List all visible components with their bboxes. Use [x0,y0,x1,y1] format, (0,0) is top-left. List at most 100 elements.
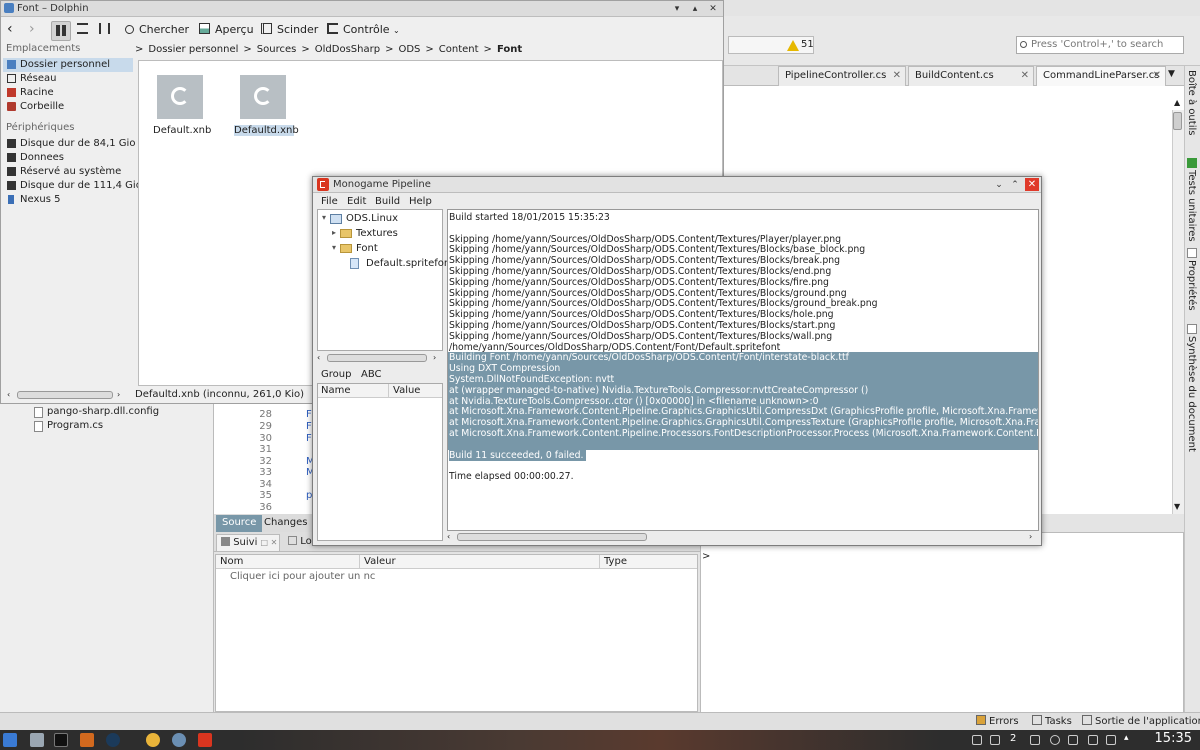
close-icon[interactable]: ✕ [1153,70,1161,81]
col-value-header[interactable]: Valeur [360,555,600,569]
scroll-right-icon[interactable]: › [117,390,120,399]
steam-icon[interactable] [106,733,120,747]
preview-button[interactable]: Aperçu [199,21,254,41]
minimize-icon[interactable]: ⌄ [993,179,1005,191]
terminal-icon[interactable] [54,733,68,747]
dolphin-titlebar[interactable]: Font – Dolphin ▾ ▴ ✕ [1,1,723,17]
close-icon[interactable]: ✕ [1025,178,1039,191]
scroll-right-icon[interactable]: › [1029,532,1032,541]
icons-view-button[interactable] [51,21,71,41]
group-button[interactable]: Group [321,369,351,380]
place-network[interactable]: Réseau [3,72,133,86]
menu-file[interactable]: File [321,196,338,207]
forward-icon[interactable]: › [29,21,35,41]
scroll-thumb[interactable] [17,391,113,399]
menu-edit[interactable]: Edit [347,196,366,207]
scroll-left-icon[interactable]: ‹ [7,390,10,399]
maximize-icon[interactable]: ⌃ [1009,179,1021,191]
editor-scroll-thumb[interactable] [1173,112,1182,130]
ide-tab-pipelinecontroller[interactable]: PipelineController.cs ✕ [778,66,906,86]
add-watch-hint[interactable]: Cliquer ici pour ajouter un nc [230,571,375,582]
control-menu-button[interactable]: Contrôle ⌄ [327,21,400,41]
collapse-arrow-icon[interactable]: ▸ [332,228,336,237]
kde-menu-icon[interactable] [3,733,17,747]
scroll-right-icon[interactable]: › [433,353,436,362]
volume-icon[interactable] [1068,735,1078,745]
breadcrumb-item[interactable]: Dossier personnel [148,44,238,55]
status-app-output[interactable]: Sortie de l'application [1082,715,1200,727]
col-value-header[interactable]: Value [388,384,420,398]
pin-icon[interactable]: □ ✕ [261,538,278,547]
panel-document-outline[interactable]: Synthèse du document [1186,336,1197,452]
maximize-icon[interactable]: ▴ [689,3,701,15]
details-view-button[interactable] [77,21,93,41]
steam-tray-icon[interactable] [1030,735,1040,745]
col-type-header[interactable]: Type [600,555,697,569]
tray-icon[interactable] [990,735,1000,745]
clipboard-icon[interactable] [1106,735,1116,745]
status-errors[interactable]: Errors [976,715,1019,727]
device-donnees[interactable]: Donnees [3,151,133,165]
monodevelop-icon[interactable] [172,733,186,747]
file-icon[interactable] [157,75,203,119]
firefox-icon[interactable] [80,733,94,747]
panel-properties[interactable]: Propriétés [1186,260,1197,311]
close-icon[interactable]: ✕ [893,70,901,81]
back-icon[interactable]: ‹ [7,21,13,41]
desktop-icon[interactable] [30,733,44,747]
pipeline-titlebar[interactable]: Monogame Pipeline ⌄ ⌃ ✕ [313,177,1041,193]
places-scrollbar[interactable]: ‹ › [7,389,127,401]
tabs-dropdown-icon[interactable]: ▼ [1168,69,1175,79]
tray-expand-icon[interactable]: ▴ [1124,733,1129,743]
scroll-down-icon[interactable]: ▼ [1174,502,1180,511]
minimize-icon[interactable]: ▾ [671,3,683,15]
columns-view-button[interactable] [99,21,115,41]
clock[interactable]: 15:35 [1155,731,1192,746]
tree-font-node[interactable]: ▾ Font [332,243,378,254]
panel-toolbox[interactable]: Boîte à outils [1186,70,1197,135]
scroll-left-icon[interactable]: ‹ [317,353,320,362]
close-icon[interactable]: ✕ [1021,70,1029,81]
breadcrumb-current[interactable]: Font [497,44,522,55]
file-icon[interactable] [240,75,286,119]
menu-help[interactable]: Help [409,196,432,207]
tree-scrollbar[interactable]: ‹ › [317,352,443,364]
col-name-header[interactable]: Nom [216,555,360,569]
scroll-thumb[interactable] [327,354,427,362]
scroll-left-icon[interactable]: ‹ [447,532,450,541]
breadcrumb-item[interactable]: ODS [398,44,420,55]
file-name-selected[interactable]: Defaultd.xnb [234,125,299,136]
desktop-number[interactable]: 2 [1010,733,1016,744]
device-nexus5[interactable]: Nexus 5 [3,193,133,207]
device-system-reserved[interactable]: Réservé au système [3,165,133,179]
device-disk-84[interactable]: Disque dur de 84,1 Gio [3,137,135,151]
tab-source[interactable]: Source [216,515,263,532]
tree-file-node[interactable]: Default.spritefont [350,258,454,269]
ide-search-input[interactable]: Press 'Control+,' to search [1016,36,1184,54]
bluetooth-icon[interactable] [1088,735,1098,745]
scroll-thumb[interactable] [457,533,647,541]
place-home[interactable]: Dossier personnel [3,58,133,72]
tab-changes[interactable]: Changes [258,515,314,532]
warning-indicator[interactable]: 51 [728,36,814,54]
application-output[interactable]: > [700,532,1184,716]
place-root[interactable]: Racine [3,86,133,100]
log-scrollbar[interactable]: ‹ › [447,531,1039,543]
panel-unit-tests[interactable]: Tests unitaires [1186,170,1197,242]
place-trash[interactable]: Corbeille [3,100,133,114]
build-output-log[interactable]: Build started 18/01/2015 15:35:23 Skippin… [447,209,1039,531]
editor-vertical-scrollbar[interactable] [1172,110,1184,514]
scroll-up-icon[interactable]: ▲ [1174,98,1180,107]
close-icon[interactable]: ✕ [707,3,719,15]
status-tasks[interactable]: Tasks [1032,715,1072,727]
split-button[interactable]: Scinder [261,21,318,41]
chrome-icon[interactable] [146,733,160,747]
tray-icon[interactable] [972,735,982,745]
file-name[interactable]: Default.xnb [153,125,211,136]
search-button[interactable]: Chercher [125,21,189,41]
expand-arrow-icon[interactable]: ▾ [332,243,336,252]
solution-file-item[interactable]: Program.cs [34,420,103,432]
col-name-header[interactable]: Name [321,385,351,396]
tree-project-node[interactable]: ▾ ODS.Linux [322,213,398,224]
solution-file-item[interactable]: pango-sharp.dll.config [34,406,159,418]
